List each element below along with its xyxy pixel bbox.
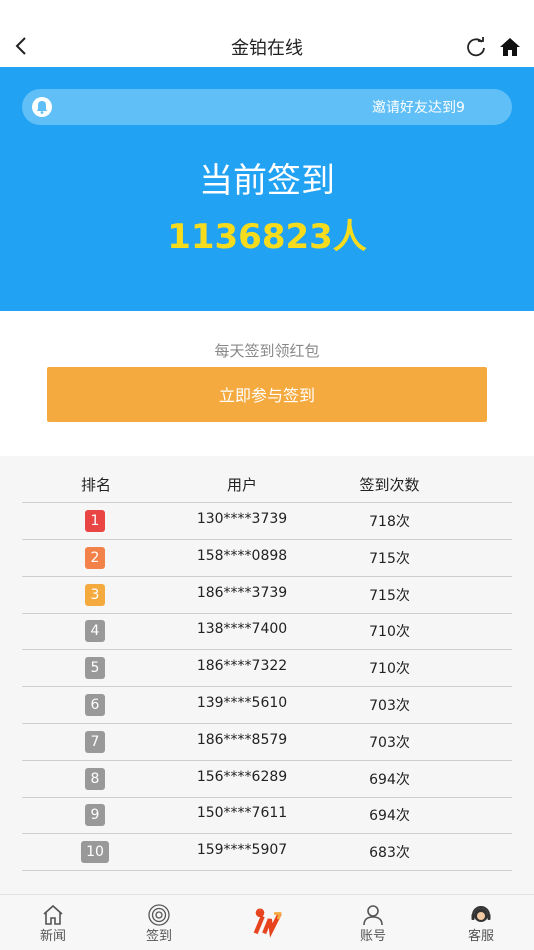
user-cell: 159****5907 [196, 842, 288, 859]
checkin-hero: 邀请好友达到9 当前签到 1136823人 [0, 67, 534, 311]
count-cell: 710次 [369, 661, 410, 678]
user-cell: 138****7400 [196, 621, 288, 638]
tab-center[interactable] [214, 895, 320, 950]
count-cell: 718次 [369, 514, 410, 530]
rank-badge: 7 [85, 730, 105, 753]
checkin-count: 1136823人 [167, 217, 367, 257]
top-bar: 金铂在线 [0, 0, 534, 67]
rank-badge: 9 [85, 804, 105, 827]
count-cell: 715次 [369, 587, 410, 604]
table-row: 3 186****3739 715次 [22, 577, 512, 614]
rank-badge: 1 [85, 510, 105, 532]
table-row: 2 158****0898 715次 [22, 540, 512, 577]
table-row: 8 156****6289 694次 [22, 761, 512, 798]
home-icon[interactable] [499, 36, 521, 58]
rank-column-header: 排名 [80, 476, 111, 494]
user-cell: 158****0898 [196, 547, 288, 564]
refresh-icon[interactable] [465, 36, 487, 58]
tab-news-label: 新闻 [39, 929, 66, 944]
table-row: 10 159****5907 683次 [22, 834, 512, 872]
count-cell: 694次 [369, 771, 410, 788]
tab-service-label: 客服 [467, 929, 494, 944]
user-icon [363, 905, 383, 926]
count-cell: 683次 [369, 845, 410, 862]
count-cell: 694次 [369, 808, 410, 825]
rank-badge: 5 [85, 657, 105, 680]
rank-badge: 4 [85, 620, 105, 643]
tab-service[interactable]: 客服 [428, 895, 534, 950]
count-column-header: 签到次数 [359, 476, 420, 494]
bottom-tab-bar: 新闻 签到 账号 客服 [0, 894, 534, 950]
table-row: 7 186****8579 703次 [22, 724, 512, 761]
tab-news[interactable]: 新闻 [0, 895, 106, 950]
daily-checkin-subtitle: 每天签到领红包 [214, 342, 320, 360]
table-row: 1 130****3739 718次 [22, 503, 512, 540]
current-checkin-title: 当前签到 [199, 161, 335, 201]
tab-account[interactable]: 账号 [320, 895, 426, 950]
ranking-table: 排名 用户 签到次数 1 130****3739 718次 2 158****0898 7… [0, 456, 534, 894]
join-checkin-button[interactable]: 立即参与签到 [47, 367, 487, 422]
brand-logo-icon [253, 908, 282, 938]
user-cell: 186****7322 [196, 658, 288, 675]
table-row: 4 138****7400 710次 [22, 613, 512, 651]
count-cell: 703次 [369, 734, 410, 751]
target-icon [148, 904, 170, 926]
rank-badge: 6 [85, 694, 105, 716]
table-row: 9 150****7611 694次 [22, 797, 512, 835]
count-cell: 703次 [369, 698, 410, 714]
count-cell: 710次 [369, 624, 410, 641]
user-cell: 139****5610 [196, 695, 288, 711]
notice-marquee[interactable]: 邀请好友达到9 [22, 89, 512, 125]
user-cell: 186****8579 [196, 731, 288, 748]
tab-checkin[interactable]: 签到 [106, 895, 212, 950]
user-column-header: 用户 [226, 476, 257, 494]
user-cell: 150****7611 [196, 805, 288, 822]
tab-checkin-label: 签到 [145, 929, 172, 944]
rank-badge: 3 [85, 583, 105, 606]
user-cell: 130****3739 [196, 511, 288, 527]
rank-badge: 2 [85, 546, 105, 569]
headset-icon [471, 906, 491, 922]
table-row: 6 139****5610 703次 [22, 687, 512, 724]
rank-badge: 10 [81, 841, 109, 864]
home-icon [43, 904, 63, 925]
table-row: 5 186****7322 710次 [22, 650, 512, 688]
page-title: 金铂在线 [231, 38, 303, 59]
marquee-text: 邀请好友达到9 [372, 100, 465, 116]
bell-icon [32, 97, 52, 117]
tab-account-label: 账号 [359, 929, 386, 944]
rank-badge: 8 [85, 767, 105, 790]
count-cell: 715次 [369, 550, 410, 567]
user-cell: 186****3739 [196, 584, 288, 601]
table-header: 排名 用户 签到次数 [22, 468, 512, 503]
user-cell: 156****6289 [196, 768, 288, 785]
